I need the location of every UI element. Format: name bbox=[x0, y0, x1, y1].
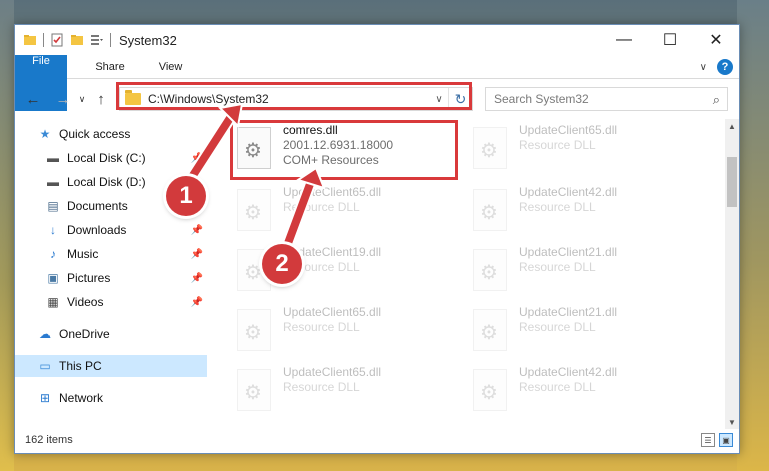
step-2-badge: 2 bbox=[262, 244, 302, 284]
annotation-arrows bbox=[184, 102, 326, 260]
step-1-badge: 1 bbox=[166, 176, 206, 216]
